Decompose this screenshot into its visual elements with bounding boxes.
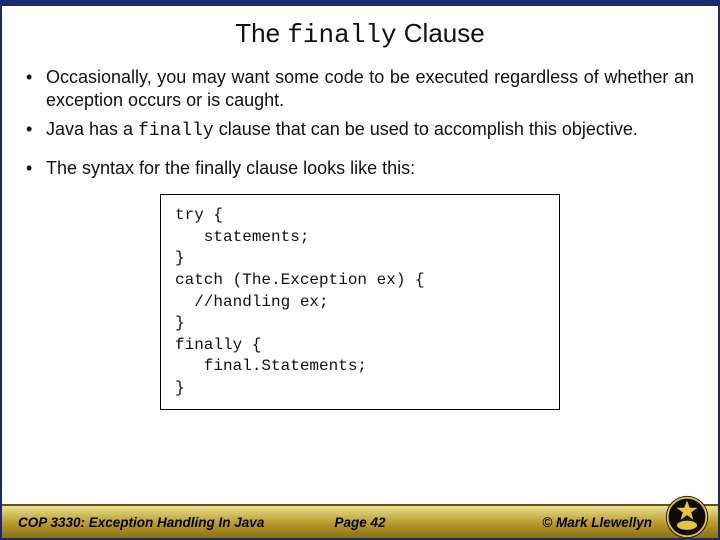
bullet-2-code: finally bbox=[138, 121, 214, 141]
footer-wrap: COP 3330: Exception Handling In Java Pag… bbox=[2, 504, 718, 538]
title-code: finally bbox=[287, 20, 396, 50]
code-box: try { statements; } catch (The.Exception… bbox=[160, 194, 560, 410]
bullet-1-text: Occasionally, you may want some code to … bbox=[46, 66, 694, 112]
slide-body: • Occasionally, you may want some code t… bbox=[2, 60, 718, 504]
bullet-3: • The syntax for the finally clause look… bbox=[26, 157, 694, 180]
bullet-2-text: Java has a finally clause that can be us… bbox=[46, 118, 638, 143]
slide: The finally Clause • Occasionally, you m… bbox=[0, 0, 720, 540]
bullet-dot: • bbox=[26, 157, 36, 180]
footer-page: Page 42 bbox=[334, 515, 385, 530]
bullet-1: • Occasionally, you may want some code t… bbox=[26, 66, 694, 112]
ucf-logo-icon bbox=[664, 494, 710, 540]
bullet-dot: • bbox=[26, 66, 36, 112]
title-pre: The bbox=[235, 18, 287, 48]
bullet-dot: • bbox=[26, 118, 36, 143]
bullet-2: • Java has a finally clause that can be … bbox=[26, 118, 694, 143]
bullet-3-text: The syntax for the finally clause looks … bbox=[46, 157, 415, 180]
footer-author: © Mark Llewellyn bbox=[542, 515, 652, 530]
footer-course: COP 3330: Exception Handling In Java bbox=[18, 515, 264, 530]
slide-title: The finally Clause bbox=[2, 6, 718, 60]
title-post: Clause bbox=[397, 18, 485, 48]
bullet-2-pre: Java has a bbox=[46, 119, 138, 139]
bullet-2-post: clause that can be used to accomplish th… bbox=[214, 119, 638, 139]
footer-bar: COP 3330: Exception Handling In Java Pag… bbox=[2, 504, 718, 538]
